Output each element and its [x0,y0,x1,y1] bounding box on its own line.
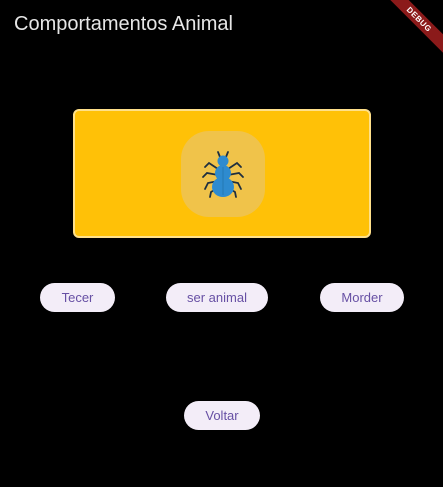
animal-icon-tile [181,131,265,217]
option-button-ser-animal[interactable]: ser animal [166,283,268,312]
animal-image-card [73,109,371,238]
debug-banner-label: DEBUG [383,0,443,60]
app-title: Comportamentos Animal [14,13,233,35]
option-button-tecer[interactable]: Tecer [40,283,115,312]
option-button-morder[interactable]: Morder [320,283,404,312]
spider-icon [202,151,244,198]
back-button[interactable]: Voltar [184,401,260,430]
debug-banner: DEBUG [383,0,443,60]
